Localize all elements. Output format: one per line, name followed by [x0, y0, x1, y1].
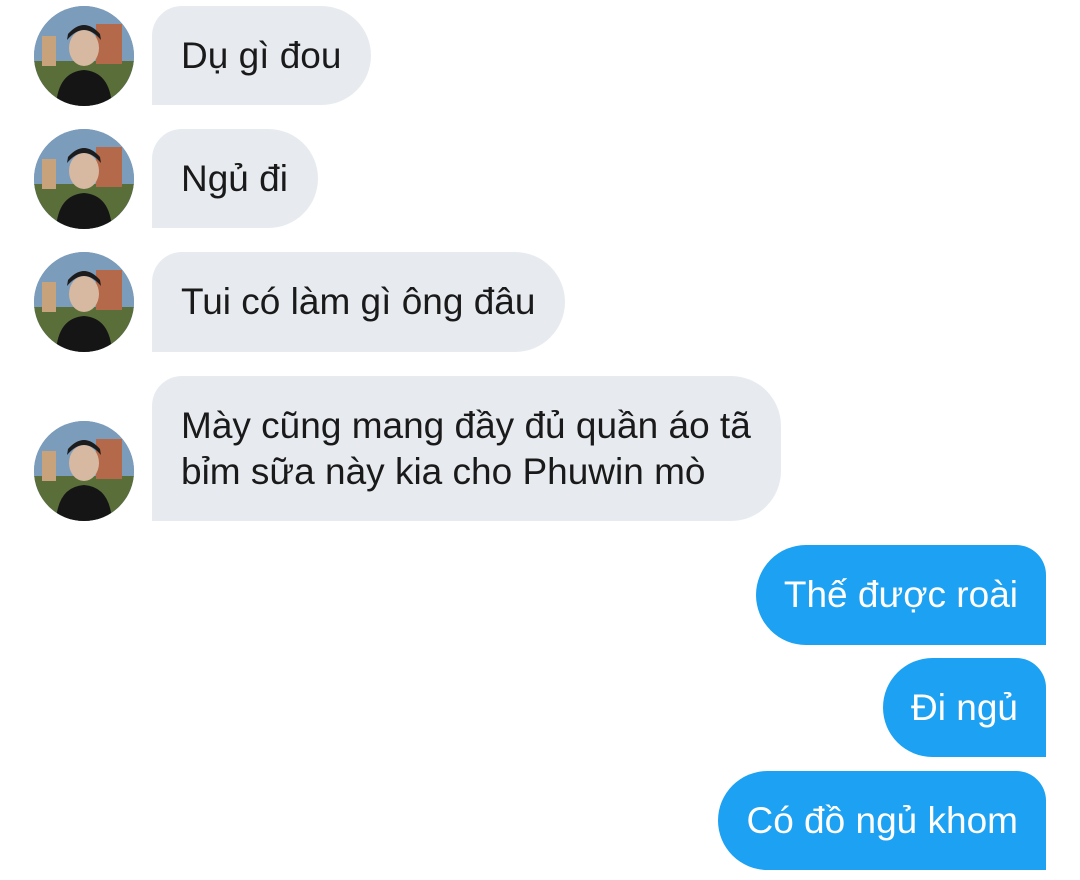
message-bubble[interactable]: Ngủ đi [152, 129, 318, 228]
message-text: Tui có làm gì ông đâu [181, 281, 536, 322]
message-text: Ngủ đi [181, 158, 288, 199]
avatar-photo-icon [34, 252, 134, 352]
avatar[interactable] [34, 6, 134, 106]
message-text: Dụ gì đou [181, 35, 342, 76]
avatar[interactable] [34, 252, 134, 352]
message-bubble[interactable]: Mày cũng mang đầy đủ quần áo tã bỉm sữa … [152, 376, 781, 521]
avatar-photo-icon [34, 421, 134, 521]
message-text-line: Mày cũng mang đầy đủ quần áo tã [181, 405, 751, 446]
message-text-line: bỉm sữa này kia cho Phuwin mò [181, 451, 706, 492]
message-bubble[interactable]: Có đồ ngủ khom [718, 771, 1046, 870]
message-text: Có đồ ngủ khom [746, 800, 1018, 841]
message-text: Đi ngủ [911, 687, 1018, 728]
avatar-photo-icon [34, 129, 134, 229]
avatar-photo-icon [34, 6, 134, 106]
message-bubble[interactable]: Tui có làm gì ông đâu [152, 252, 566, 352]
message-bubble[interactable]: Thế được roài [755, 545, 1046, 645]
message-text: Thế được roài [783, 574, 1018, 615]
avatar[interactable] [34, 421, 134, 521]
message-bubble[interactable]: Dụ gì đou [152, 6, 372, 105]
avatar[interactable] [34, 129, 134, 229]
message-bubble[interactable]: Đi ngủ [883, 658, 1046, 757]
